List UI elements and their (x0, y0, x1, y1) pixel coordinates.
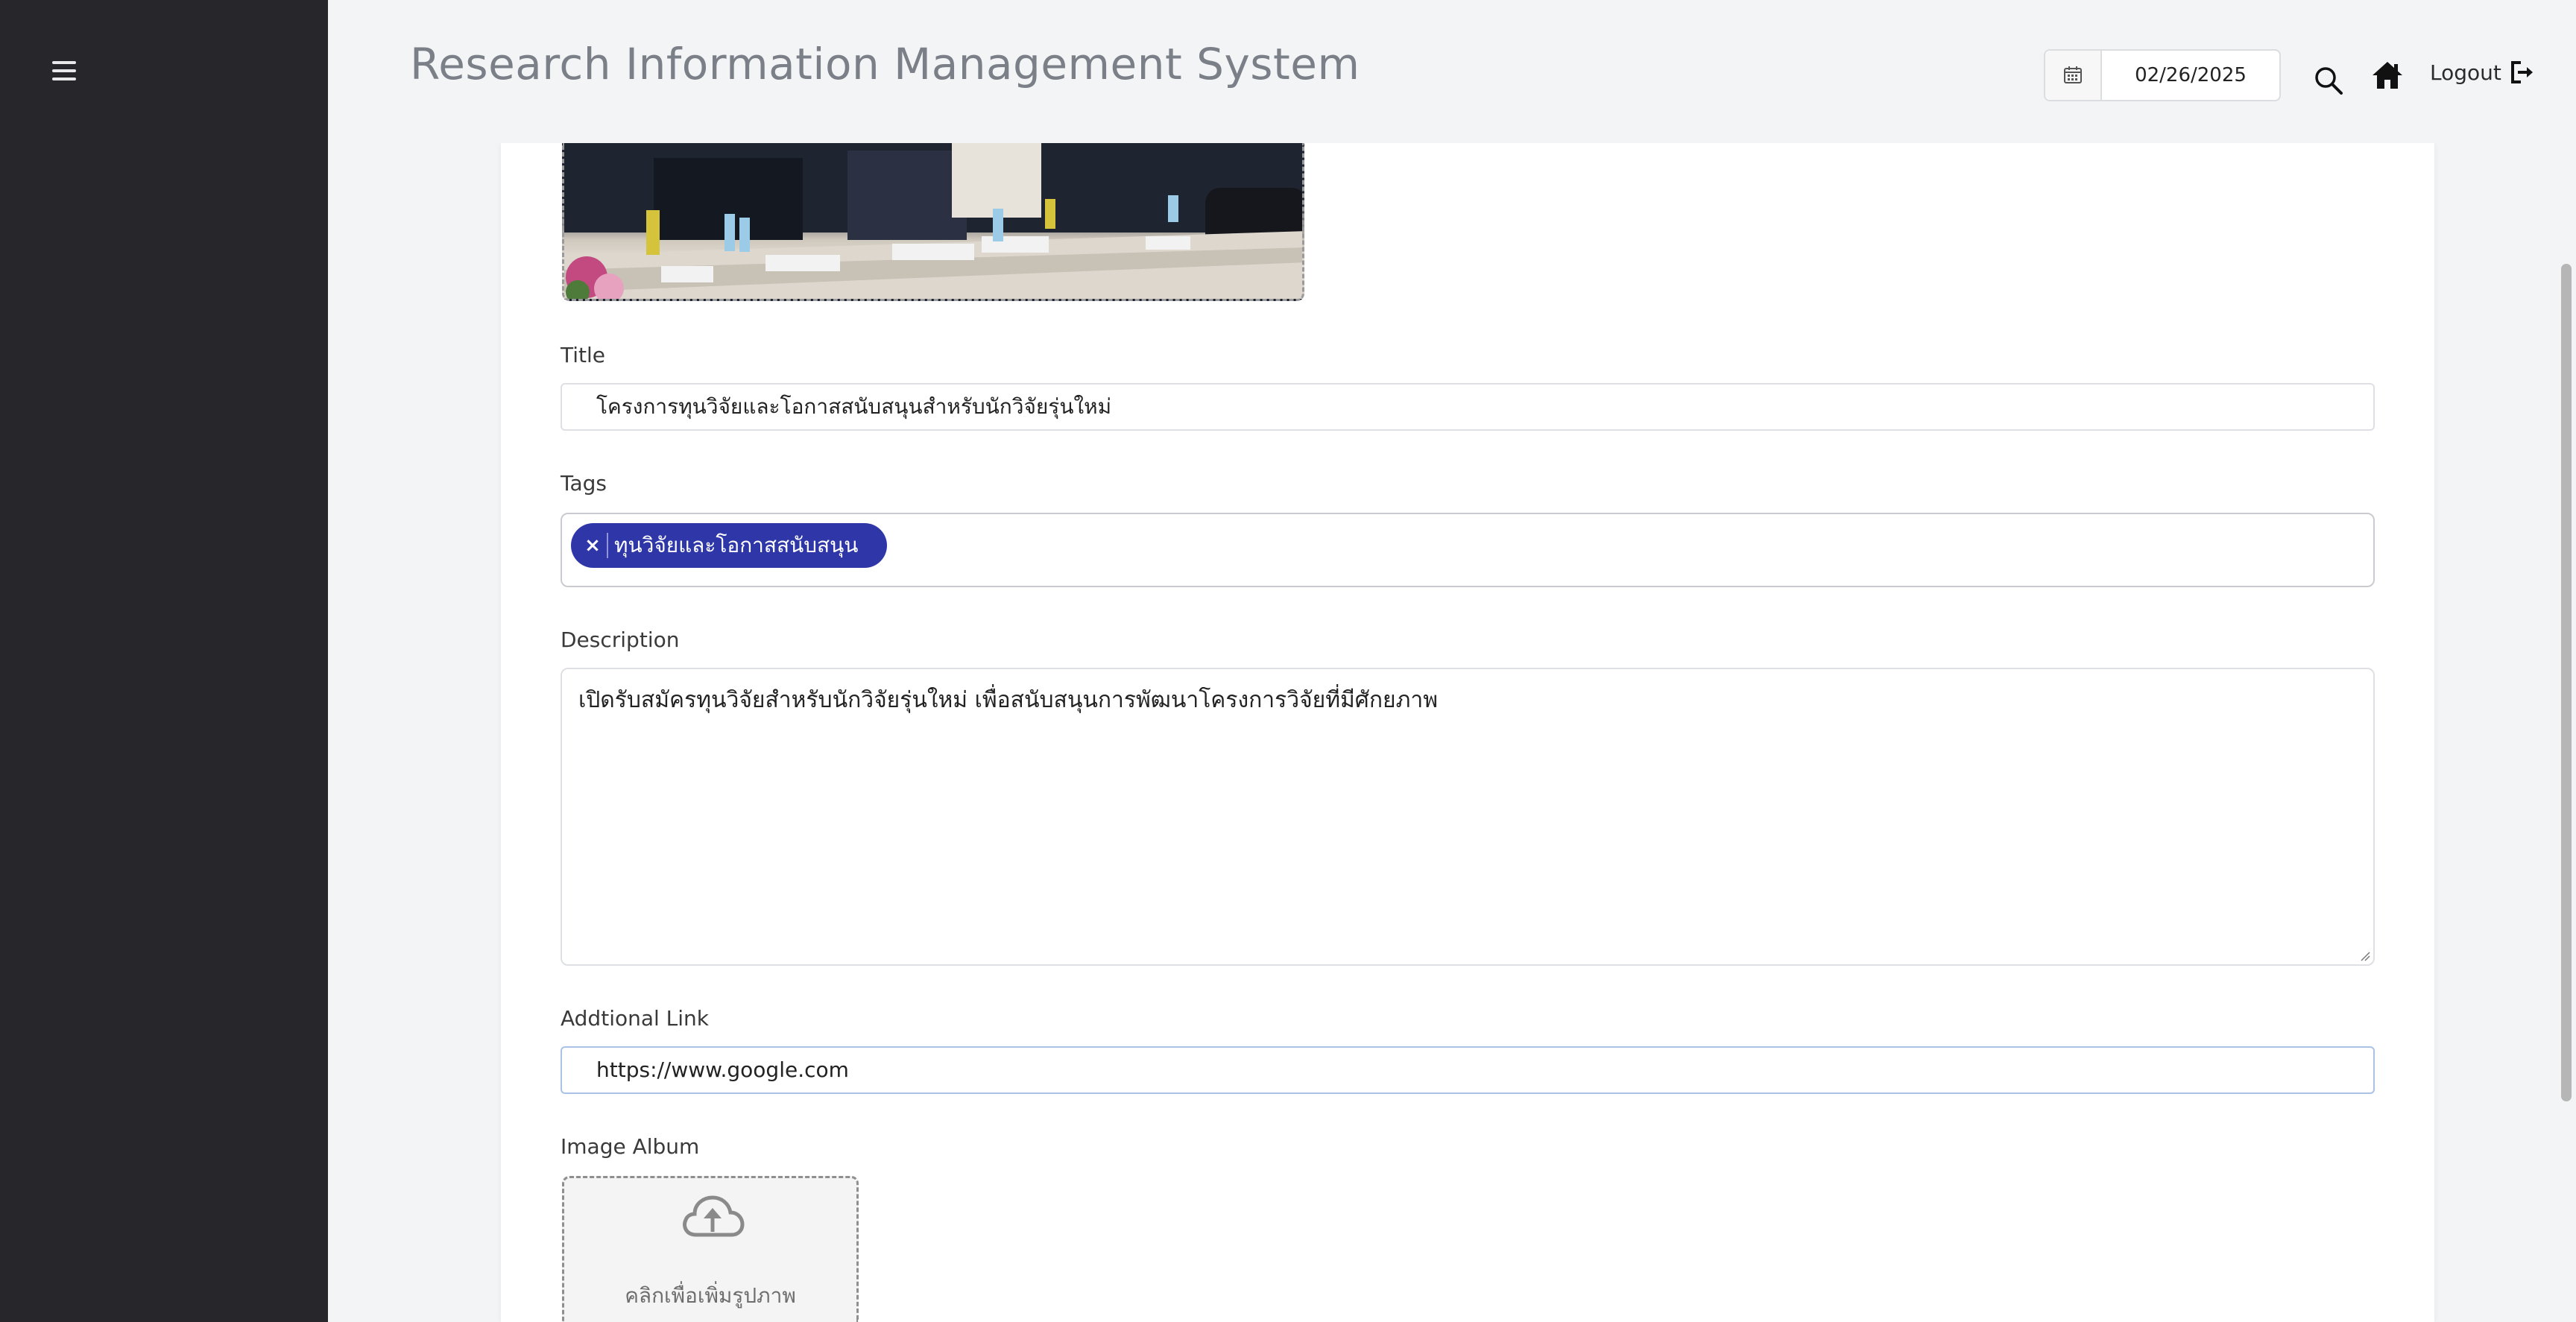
album-label: Image Album (561, 1134, 700, 1159)
title-label: Title (561, 343, 606, 367)
date-picker[interactable] (2044, 49, 2281, 101)
description-text: เปิดรับสมัครทุนวิจัยสำหรับนักวิจัยรุ่นให… (578, 687, 1438, 713)
logout-label: Logout (2430, 60, 2501, 85)
tags-input[interactable]: × ทุนวิจัยและโอกาสสนับสนุน (561, 513, 2375, 587)
tag-divider (607, 533, 608, 558)
search-icon[interactable] (2312, 64, 2345, 97)
tag-remove-icon[interactable]: × (581, 534, 604, 557)
calendar-icon[interactable] (2045, 51, 2102, 100)
date-input[interactable] (2102, 51, 2279, 100)
cloud-upload-icon (683, 1195, 745, 1237)
tag-label: ทุนวิจัยและโอกาสสนับสนุน (614, 533, 859, 557)
cover-image-preview[interactable] (562, 143, 1304, 301)
app-title: Research Information Management System (410, 39, 1360, 89)
tags-label: Tags (561, 471, 607, 496)
title-input[interactable]: โครงการทุนวิจัยและโอกาสสนับสนุนสำหรับนัก… (561, 383, 2375, 431)
cover-image-photo (564, 143, 1302, 299)
hamburger-icon[interactable] (52, 61, 76, 80)
top-header: Research Information Management System L (328, 0, 2576, 143)
description-label: Description (561, 627, 680, 652)
description-textarea[interactable]: เปิดรับสมัครทุนวิจัยสำหรับนักวิจัยรุ่นให… (561, 668, 2375, 966)
sidebar (0, 0, 328, 1322)
home-icon[interactable] (2370, 60, 2405, 91)
link-label: Addtional Link (561, 1006, 710, 1031)
scrollbar-thumb[interactable] (2561, 264, 2572, 1101)
resize-handle-icon[interactable] (2360, 951, 2370, 961)
image-upload-dropzone[interactable]: คลิกเพื่อเพิ่มรูปภาพ (562, 1176, 859, 1322)
link-input[interactable]: https://www.google.com (561, 1046, 2375, 1094)
logout-icon (2510, 61, 2533, 83)
logout-button[interactable]: Logout (2430, 60, 2534, 85)
tag-chip: × ทุนวิจัยและโอกาสสนับสนุน (571, 523, 887, 568)
upload-text: คลิกเพื่อเพิ่มรูปภาพ (625, 1283, 796, 1308)
